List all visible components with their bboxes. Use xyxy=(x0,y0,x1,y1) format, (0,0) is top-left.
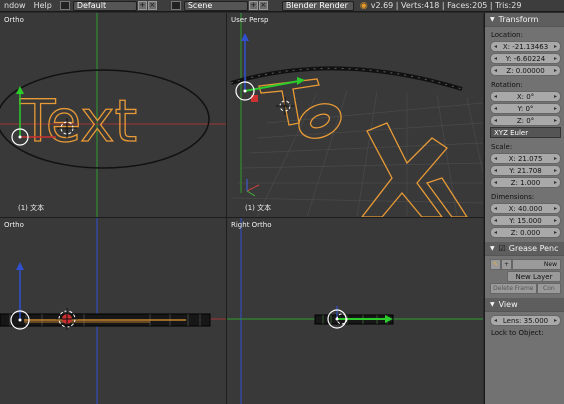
add-layout-icon[interactable]: + xyxy=(137,1,147,10)
area-splitter-vertical[interactable] xyxy=(226,13,227,404)
viewport-bottom-left-label: Ortho xyxy=(4,221,24,229)
collapse-triangle-icon[interactable]: ▼ xyxy=(490,16,495,23)
viewport-top-right-footer: (1) 文本 xyxy=(245,204,272,212)
rotation-x-field[interactable]: ◂ X: 0° ▸ xyxy=(490,91,561,102)
lens-field[interactable]: ◂ Lens: 35.000 ▸ xyxy=(490,315,561,326)
rotation-z-field[interactable]: ◂ Z: 0° ▸ xyxy=(490,115,561,126)
menu-help[interactable]: Help xyxy=(30,1,56,10)
collapse-triangle-icon[interactable]: ▼ xyxy=(490,245,495,252)
view-panel-header[interactable]: ▼ View xyxy=(485,298,564,312)
viewport-top-right-canvas[interactable] xyxy=(227,13,483,217)
location-z-field[interactable]: ◂ Z: 0.00000 ▸ xyxy=(490,65,561,76)
dimensions-y-field[interactable]: ◂ Y: 15.000 ▸ xyxy=(490,215,561,226)
dimensions-label: Dimensions: xyxy=(491,193,535,201)
location-y-field[interactable]: ◂ Y: -6.60224 ▸ xyxy=(490,53,561,64)
scene-stats: v2.69 | Verts:418 | Faces:205 | Tris:29 xyxy=(370,1,522,10)
viewport-top-right-label: User Persp xyxy=(231,16,269,24)
transform-panel-header[interactable]: ▼ Transform xyxy=(485,13,564,27)
delete-frame-button[interactable]: Delete Frame xyxy=(490,283,537,294)
viewport-top-right[interactable]: User Persp (1) 文本 xyxy=(227,13,483,217)
viewport-bottom-right[interactable]: Right Ortho xyxy=(227,218,483,404)
viewport-top-left-canvas[interactable]: Text xyxy=(0,13,226,217)
remove-scene-icon[interactable]: × xyxy=(258,1,268,10)
location-x-field[interactable]: ◂ X: -21.13463 ▸ xyxy=(490,41,561,52)
screen-layout-icon[interactable] xyxy=(59,1,70,10)
text-object-outline: Text xyxy=(19,87,137,155)
render-engine-dropdown[interactable]: Blender Render xyxy=(281,0,354,11)
viewport-top-left-label: Ortho xyxy=(4,16,24,24)
viewport-bottom-left-canvas[interactable] xyxy=(0,218,226,404)
scale-y-field[interactable]: ◂ Y: 21.708 ▸ xyxy=(490,165,561,176)
rotation-label: Rotation: xyxy=(491,81,523,89)
pencil-icon[interactable]: ✎ xyxy=(490,259,501,270)
convert-button[interactable]: Con xyxy=(536,283,561,294)
new-layer-button[interactable]: New Layer xyxy=(507,271,561,282)
viewport-bottom-right-label: Right Ortho xyxy=(231,221,272,229)
viewport-bottom-right-canvas[interactable] xyxy=(227,218,483,404)
add-data-icon[interactable]: + xyxy=(501,259,512,270)
lock-to-object-label: Lock to Object: xyxy=(491,329,544,337)
collapse-triangle-icon[interactable]: ▼ xyxy=(490,301,495,308)
dimensions-z-field[interactable]: ◂ Z: 0.000 ▸ xyxy=(490,227,561,238)
scale-x-field[interactable]: ◂ X: 21.075 ▸ xyxy=(490,153,561,164)
scale-z-field[interactable]: ◂ Z: 1.000 ▸ xyxy=(490,177,561,188)
scene-dropdown[interactable]: Scene xyxy=(183,0,248,11)
viewport-bottom-left[interactable]: Ortho xyxy=(0,218,226,404)
grease-pencil-checkbox[interactable]: ☑ xyxy=(499,244,506,253)
location-label: Location: xyxy=(491,31,523,39)
axis-widget-icon xyxy=(246,179,260,197)
scale-label: Scale: xyxy=(491,143,513,151)
rotation-y-field[interactable]: ◂ Y: 0° ▸ xyxy=(490,103,561,114)
grease-pencil-title: Grease Penc xyxy=(508,244,559,253)
viewport-top-left[interactable]: Text Ortho (1) 文本 xyxy=(0,13,226,217)
dimensions-x-field[interactable]: ◂ X: 40.000 ▸ xyxy=(490,203,561,214)
info-header: ndow Help Default + × Scene + × Blender … xyxy=(0,0,564,12)
scene-icon[interactable] xyxy=(170,1,181,10)
area-splitter-horizontal[interactable] xyxy=(0,217,484,218)
remove-layout-icon[interactable]: × xyxy=(147,1,157,10)
new-grease-button[interactable]: New xyxy=(512,259,561,270)
grease-pencil-panel-header[interactable]: ▼ ☑ Grease Penc xyxy=(485,242,564,256)
properties-panel: ▼ Transform Location: ◂ X: -21.13463 ▸ ◂ Y: … xyxy=(484,13,564,404)
layout-dropdown[interactable]: Default xyxy=(72,0,137,11)
transform-title: Transform xyxy=(498,15,539,24)
blender-logo-icon: ◉ xyxy=(359,0,368,11)
add-scene-icon[interactable]: + xyxy=(248,1,258,10)
view-title: View xyxy=(498,300,518,309)
rotation-mode-dropdown[interactable]: XYZ Euler xyxy=(490,127,561,138)
viewport-top-left-footer: (1) 文本 xyxy=(18,204,45,212)
menu-window[interactable]: ndow xyxy=(0,1,30,10)
